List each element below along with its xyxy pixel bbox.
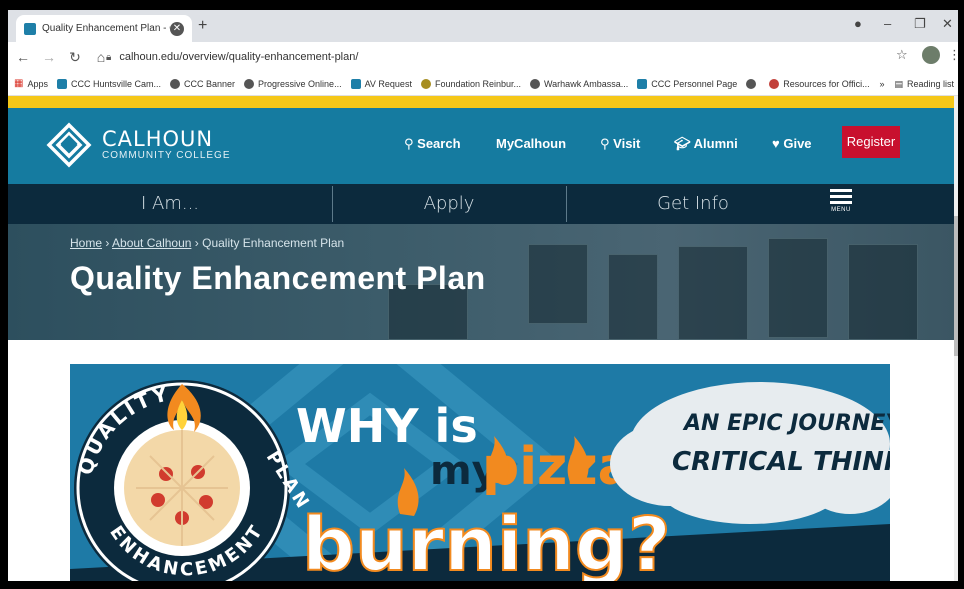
globe-icon	[746, 78, 757, 89]
address-bar[interactable]: 🔒︎ calhoun.edu/overview/quality-enhancem…	[106, 46, 876, 68]
browser-tab-strip: Quality Enhancement Plan - Calh ✕ + ● – …	[8, 10, 958, 42]
secondary-nav: I Am... Apply Get Info MENU	[8, 184, 954, 224]
nav-give[interactable]: ♥ Give	[772, 136, 812, 151]
breadcrumb-home[interactable]: Home	[70, 236, 102, 250]
bookmark-ccc-huntsville[interactable]: CCC Huntsville Cam...	[56, 78, 161, 89]
graduation-cap-icon: 🎓︎	[674, 136, 691, 151]
page-hero: Home › About Calhoun › Quality Enhanceme…	[8, 224, 954, 340]
heart-icon: ♥	[772, 136, 780, 151]
url-text: calhoun.edu/overview/quality-enhancement…	[119, 51, 359, 63]
tab-close-icon[interactable]: ✕	[170, 21, 184, 36]
nav-mycalhoun[interactable]: MyCalhoun	[496, 136, 566, 151]
bookmark-ccc-banner[interactable]: CCC Banner	[170, 78, 235, 89]
new-tab-button[interactable]: +	[198, 17, 207, 35]
bookmark-progressive-online[interactable]: Progressive Online...	[244, 78, 342, 89]
hamburger-icon	[830, 189, 852, 192]
building-window	[768, 238, 828, 338]
bookmark-star-icon[interactable]: ☆	[896, 47, 908, 63]
page-title: Quality Enhancement Plan	[70, 260, 486, 296]
back-arrow-icon[interactable]: ←	[12, 49, 34, 65]
bookmark-globe[interactable]	[746, 78, 760, 89]
building-window	[528, 244, 588, 324]
menu-label: MENU	[831, 207, 851, 213]
building-window	[608, 254, 658, 340]
bookmark-apps[interactable]: ▦ Apps	[14, 78, 48, 89]
logo-subtitle: COMMUNITY COLLEGE	[102, 150, 231, 161]
calhoun-favicon-icon	[24, 22, 36, 35]
apps-grid-icon: ▦	[14, 78, 24, 89]
alert-strip	[8, 96, 954, 108]
globe-icon	[170, 78, 180, 89]
ccc-logo-icon	[56, 78, 67, 89]
page-scrollbar[interactable]	[954, 96, 958, 581]
cloud-text-line2: CRITICAL THINKING	[672, 447, 890, 477]
bookmark-warhawk[interactable]: Warhawk Ambassa...	[530, 78, 628, 89]
site-header: CALHOUN COMMUNITY COLLEGE ⚲ Search MyCal…	[8, 108, 954, 184]
tab-title: Quality Enhancement Plan - Calh	[42, 23, 170, 34]
screenshot-frame: Quality Enhancement Plan - Calh ✕ + ● – …	[0, 0, 964, 589]
browser-tab[interactable]: Quality Enhancement Plan - Calh ✕	[16, 15, 192, 42]
qep-banner: QUALITY ENHANCEMENT PLAN WHY is my pizza…	[70, 364, 890, 581]
bookmark-av-request[interactable]: AV Request	[350, 78, 412, 89]
banner-burning-text: burning?	[302, 502, 671, 581]
reading-list-button[interactable]: Reading list	[907, 79, 954, 89]
bookmark-resources[interactable]: Resources for Offici...	[769, 78, 870, 89]
nav-apply[interactable]: Apply	[332, 184, 566, 224]
register-button[interactable]: Register	[842, 126, 900, 158]
breadcrumb: Home › About Calhoun › Quality Enhanceme…	[70, 236, 345, 250]
ccc-logo-icon	[637, 78, 648, 89]
globe-icon	[530, 78, 541, 89]
bookmarks-overflow: » ▤ Reading list	[879, 72, 954, 96]
nav-search[interactable]: ⚲ Search	[404, 136, 461, 152]
nav-get-info[interactable]: Get Info	[566, 184, 820, 224]
search-icon: ⚲	[404, 136, 414, 151]
lock-icon[interactable]: 🔒︎	[106, 52, 111, 63]
profile-avatar[interactable]	[922, 46, 940, 64]
web-page: CALHOUN COMMUNITY COLLEGE ⚲ Search MyCal…	[8, 96, 954, 581]
breadcrumb-about[interactable]: About Calhoun	[112, 236, 191, 250]
menu-button[interactable]: MENU	[830, 189, 852, 213]
nav-visit[interactable]: ⚲ Visit	[600, 136, 640, 152]
more-menu-icon[interactable]: ⋮	[948, 47, 958, 63]
banner-artwork: QUALITY ENHANCEMENT PLAN WHY is my pizza…	[70, 364, 890, 581]
nav-i-am[interactable]: I Am...	[8, 184, 332, 224]
nav-alumni[interactable]: 🎓︎ Alumni	[674, 136, 738, 152]
reading-list-icon[interactable]: ▤	[894, 79, 903, 90]
building-window	[848, 244, 918, 340]
scroll-thumb[interactable]	[954, 216, 958, 356]
reload-icon[interactable]: ↻	[64, 49, 86, 66]
window-close-icon[interactable]: ✕	[942, 16, 953, 32]
calhoun-diamond-icon	[46, 122, 92, 168]
cloud-text-line1: AN EPIC JOURNEY IN	[682, 411, 890, 436]
profile-record-icon[interactable]: ●	[854, 16, 862, 31]
resource-icon	[769, 78, 780, 89]
map-pin-icon: ⚲	[600, 136, 610, 151]
bookmark-foundation[interactable]: Foundation Reinbur...	[420, 78, 521, 89]
bookmarks-bar: ▦ Apps CCC Huntsville Cam... CCC Banner …	[8, 72, 958, 96]
globe-icon	[244, 78, 255, 89]
breadcrumb-current: Quality Enhancement Plan	[202, 236, 345, 250]
forward-arrow-icon[interactable]: →	[38, 49, 60, 65]
ccc-logo-icon	[350, 78, 361, 89]
calhoun-logo[interactable]: CALHOUN COMMUNITY COLLEGE	[46, 122, 231, 168]
logo-title: CALHOUN	[102, 127, 214, 151]
bookmark-ccc-personnel[interactable]: CCC Personnel Page	[637, 78, 737, 89]
browser-toolbar: ← → ↻ ⌂ 🔒︎ calhoun.edu/overview/quality-…	[8, 42, 958, 72]
more-bookmarks-button[interactable]: »	[879, 79, 884, 89]
restore-icon[interactable]: ❐	[914, 16, 926, 32]
minimize-icon[interactable]: –	[884, 16, 891, 31]
foundation-icon	[420, 78, 431, 89]
building-window	[678, 246, 748, 340]
banner-why-text: WHY is	[296, 399, 478, 453]
